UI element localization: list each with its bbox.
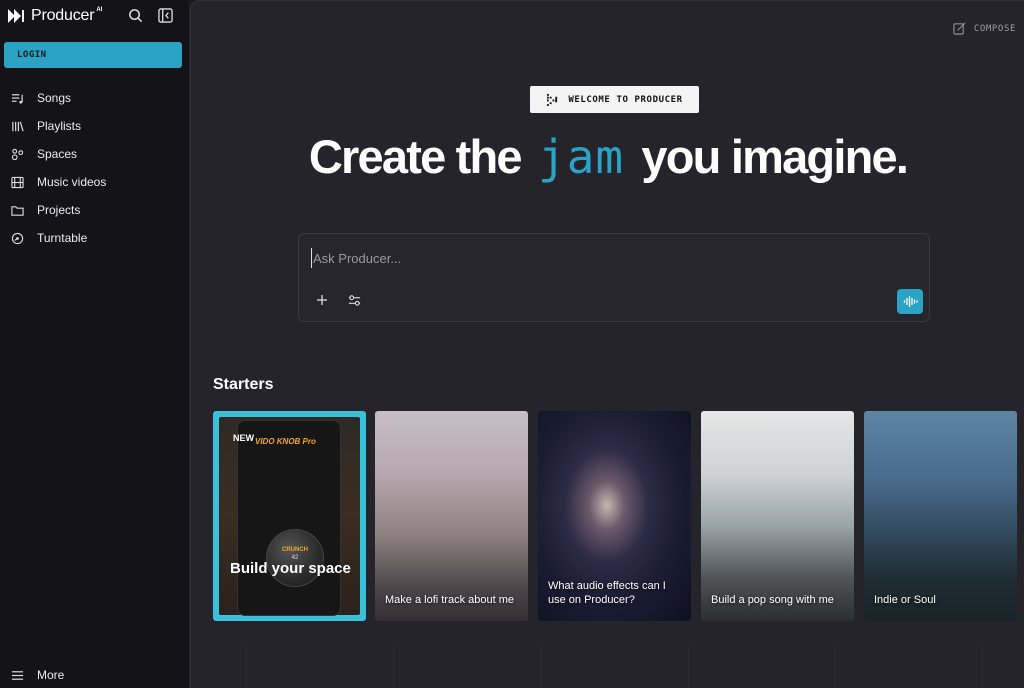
starters-title: Starters xyxy=(213,376,274,393)
headline-highlight: jam xyxy=(538,130,625,184)
collapse-sidebar-icon[interactable] xyxy=(158,8,173,23)
sidebar-item-playlists[interactable]: Playlists xyxy=(0,112,190,140)
phone-mockup xyxy=(237,420,341,616)
waveform-icon xyxy=(903,296,918,307)
sidebar-item-label: Projects xyxy=(37,203,81,217)
search-icon[interactable] xyxy=(128,8,143,23)
brand-superscript: AI xyxy=(96,7,103,13)
sidebar-nav: Songs Playlists Spaces Music videos Proj… xyxy=(0,84,190,252)
compose-label: COMPOSE xyxy=(973,23,1016,34)
main-content: COMPOSE WELCOME TO PRODUCER Create the j… xyxy=(190,0,1024,688)
sidebar-item-label: Spaces xyxy=(37,147,78,161)
sidebar-item-projects[interactable]: Projects xyxy=(0,196,190,224)
starter-card-audio-effects[interactable]: What audio effects can I use on Producer… xyxy=(538,411,691,621)
login-button[interactable]: LOGIN xyxy=(4,42,182,68)
sidebar-item-label: Playlists xyxy=(37,119,82,133)
welcome-label: WELCOME TO PRODUCER xyxy=(568,94,683,105)
playlists-icon xyxy=(12,121,24,131)
sidebar: Producer AI LOGIN Songs Playlists Spaces… xyxy=(0,0,190,688)
card-caption: Build a pop song with me xyxy=(711,594,834,606)
compose-button[interactable]: COMPOSE xyxy=(953,22,1016,35)
hero-headline: Create the jam you imagine. xyxy=(191,129,1024,184)
knob-label: CRUNCH xyxy=(282,547,308,553)
card-image: VIDO KNOB Pro CRUNCH 42 xyxy=(219,417,360,616)
producer-logo-icon xyxy=(8,9,24,23)
settings-sliders-icon[interactable] xyxy=(348,294,361,307)
sidebar-item-songs[interactable]: Songs xyxy=(0,84,190,112)
ask-box xyxy=(298,233,930,322)
sidebar-item-label: Songs xyxy=(37,91,72,105)
sidebar-item-turntable[interactable]: Turntable xyxy=(0,224,190,252)
headline-before: Create the xyxy=(308,130,523,183)
card-caption: Indie or Soul xyxy=(874,594,936,606)
more-menu[interactable]: More xyxy=(11,668,64,682)
film-icon xyxy=(11,176,24,188)
ask-input[interactable] xyxy=(311,248,871,268)
starter-card-indie-soul[interactable]: Indie or Soul xyxy=(864,411,1017,621)
starters-cards: VIDO KNOB Pro CRUNCH 42 NEW Build your s… xyxy=(213,411,1024,621)
headline-after: you imagine. xyxy=(641,130,908,183)
new-badge: NEW xyxy=(233,433,254,443)
welcome-badge: WELCOME TO PRODUCER xyxy=(530,86,699,113)
plus-icon[interactable] xyxy=(316,294,328,306)
voice-button[interactable] xyxy=(897,289,923,314)
sidebar-item-label: Turntable xyxy=(37,231,88,245)
more-label: More xyxy=(37,668,65,682)
starter-card-build-space[interactable]: VIDO KNOB Pro CRUNCH 42 NEW Build your s… xyxy=(213,411,366,621)
folder-icon xyxy=(11,205,24,216)
sidebar-item-label: Music videos xyxy=(37,175,107,189)
hamburger-icon xyxy=(11,670,24,680)
compose-icon xyxy=(953,22,966,35)
bottom-divider-lines xyxy=(191,646,1024,688)
songs-icon xyxy=(11,93,23,104)
knob-app-title: VIDO KNOB Pro xyxy=(255,437,316,446)
card-caption: Build your space xyxy=(230,560,351,577)
spaces-icon xyxy=(11,148,24,160)
card-caption: What audio effects can I use on Producer… xyxy=(548,580,666,606)
starter-card-lofi[interactable]: Make a lofi track about me xyxy=(375,411,528,621)
sidebar-item-music-videos[interactable]: Music videos xyxy=(0,168,190,196)
producer-logo-icon xyxy=(547,93,558,106)
sidebar-item-spaces[interactable]: Spaces xyxy=(0,140,190,168)
brand-name: Producer xyxy=(31,7,95,24)
card-caption: Make a lofi track about me xyxy=(385,594,515,606)
starter-card-pop-song[interactable]: Build a pop song with me xyxy=(701,411,854,621)
brand[interactable]: Producer AI xyxy=(8,6,102,26)
turntable-icon xyxy=(11,232,24,244)
